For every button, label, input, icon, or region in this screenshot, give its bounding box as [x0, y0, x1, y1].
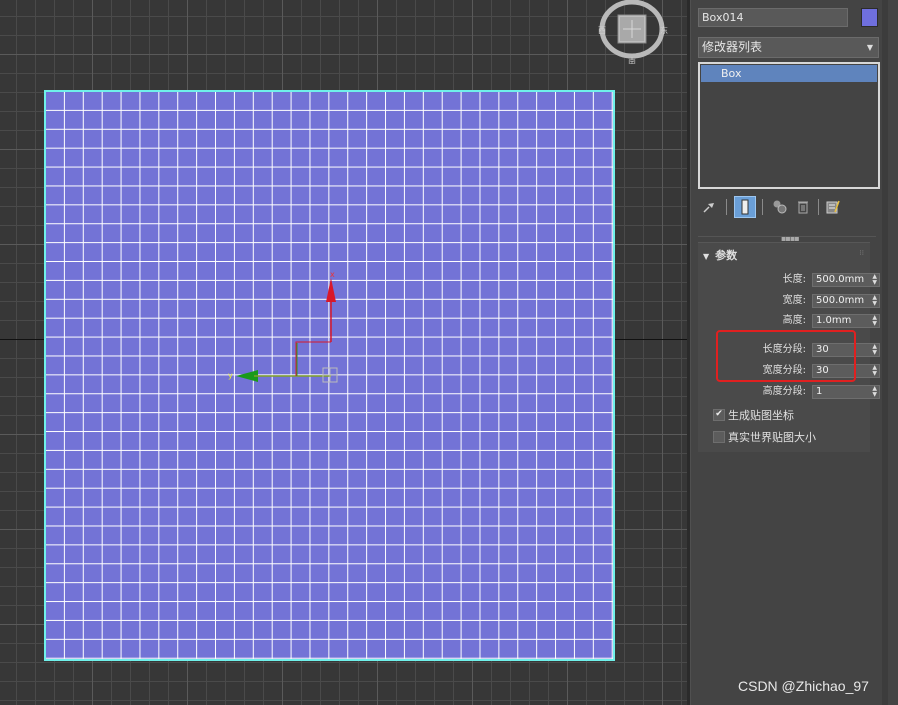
drag-handle-icon[interactable]: ⁞⁞: [860, 249, 864, 257]
rollout-title: 参数: [715, 249, 738, 262]
panel-scrollbar[interactable]: [882, 0, 888, 705]
collapse-triangle-icon: ▼: [703, 252, 710, 261]
toolbar-separator: [762, 199, 763, 215]
checkbox-label: 真实世界贴图大小: [728, 431, 816, 444]
modifier-stack[interactable]: Box: [698, 62, 880, 189]
object-color-swatch[interactable]: [861, 8, 878, 27]
chevron-down-icon: ▼: [866, 43, 873, 52]
modify-panel: Box014 修改器列表 ▼ Box ▪▪▪▪ ▼ 参数 ⁞⁞ 长度: 500.…: [691, 0, 898, 705]
make-unique-icon[interactable]: [770, 196, 790, 218]
param-height-spinner[interactable]: 1.0mm ▲ ▼: [812, 314, 880, 328]
object-name-field[interactable]: Box014: [698, 8, 848, 27]
configure-modifier-sets-icon[interactable]: [824, 196, 842, 218]
param-row-width: 宽度: 500.0mm ▲ ▼: [710, 294, 880, 308]
modifier-stack-toolbar: [698, 196, 878, 218]
checkbox-generate-mapping[interactable]: ✔ 生成贴图坐标: [713, 409, 794, 423]
rollout-header[interactable]: ▼ 参数: [703, 247, 737, 263]
param-label: 长度:: [782, 274, 806, 285]
checkbox-unchecked-icon[interactable]: [713, 431, 725, 443]
param-value: 1.0mm: [816, 315, 852, 326]
param-value: 1: [816, 386, 823, 397]
gizmo-x-arrow-icon: [326, 278, 336, 302]
modifier-list-dropdown[interactable]: 修改器列表 ▼: [698, 37, 879, 58]
param-row-height-segs: 高度分段: 1 ▲ ▼: [710, 385, 880, 399]
param-row-length: 长度: 500.0mm ▲ ▼: [710, 273, 880, 287]
remove-modifier-icon[interactable]: [794, 196, 812, 218]
param-width-spinner[interactable]: 500.0mm ▲ ▼: [812, 294, 880, 308]
svg-text:西: 西: [598, 26, 606, 35]
pin-stack-icon[interactable]: [700, 196, 718, 218]
spinner-arrows-icon[interactable]: ▲ ▼: [872, 274, 877, 286]
spinner-arrows-icon[interactable]: ▲ ▼: [872, 315, 877, 327]
show-end-result-icon[interactable]: [734, 196, 756, 218]
spinner-arrows-icon[interactable]: ▲ ▼: [872, 386, 877, 398]
param-height-segs-spinner[interactable]: 1 ▲ ▼: [812, 385, 880, 399]
checkbox-checked-icon[interactable]: ✔: [713, 409, 725, 421]
gizmo-y-label: y: [228, 371, 233, 380]
svg-text:南: 南: [628, 56, 636, 64]
stack-item-box[interactable]: Box: [701, 65, 877, 82]
param-value: 500.0mm: [816, 274, 865, 285]
gizmo-x-label: x: [330, 270, 335, 279]
spinner-arrows-icon[interactable]: ▲ ▼: [872, 295, 877, 307]
segments-highlight-box: [716, 330, 856, 382]
viewcube-icon[interactable]: 西 东 南: [598, 0, 668, 64]
spinner-arrows-icon[interactable]: ▲ ▼: [872, 344, 877, 356]
svg-text:东: 东: [660, 25, 668, 35]
toolbar-separator: [818, 199, 819, 215]
perspective-viewport[interactable]: 西 东 南 x y: [0, 0, 687, 705]
param-value: 500.0mm: [816, 295, 865, 306]
spinner-arrows-icon[interactable]: ▲ ▼: [872, 365, 877, 377]
param-label: 宽度:: [782, 295, 806, 306]
param-label: 高度:: [782, 315, 806, 326]
checkbox-label: 生成贴图坐标: [728, 409, 794, 422]
param-row-height: 高度: 1.0mm ▲ ▼: [710, 314, 880, 328]
param-label: 高度分段:: [762, 386, 806, 397]
modifier-list-label: 修改器列表: [702, 40, 763, 54]
toolbar-separator: [726, 199, 727, 215]
move-gizmo[interactable]: x y: [226, 266, 346, 388]
checkbox-real-world-map-size[interactable]: 真实世界贴图大小: [713, 431, 816, 445]
param-length-spinner[interactable]: 500.0mm ▲ ▼: [812, 273, 880, 287]
watermark-text: CSDN @Zhichao_97: [738, 678, 869, 694]
